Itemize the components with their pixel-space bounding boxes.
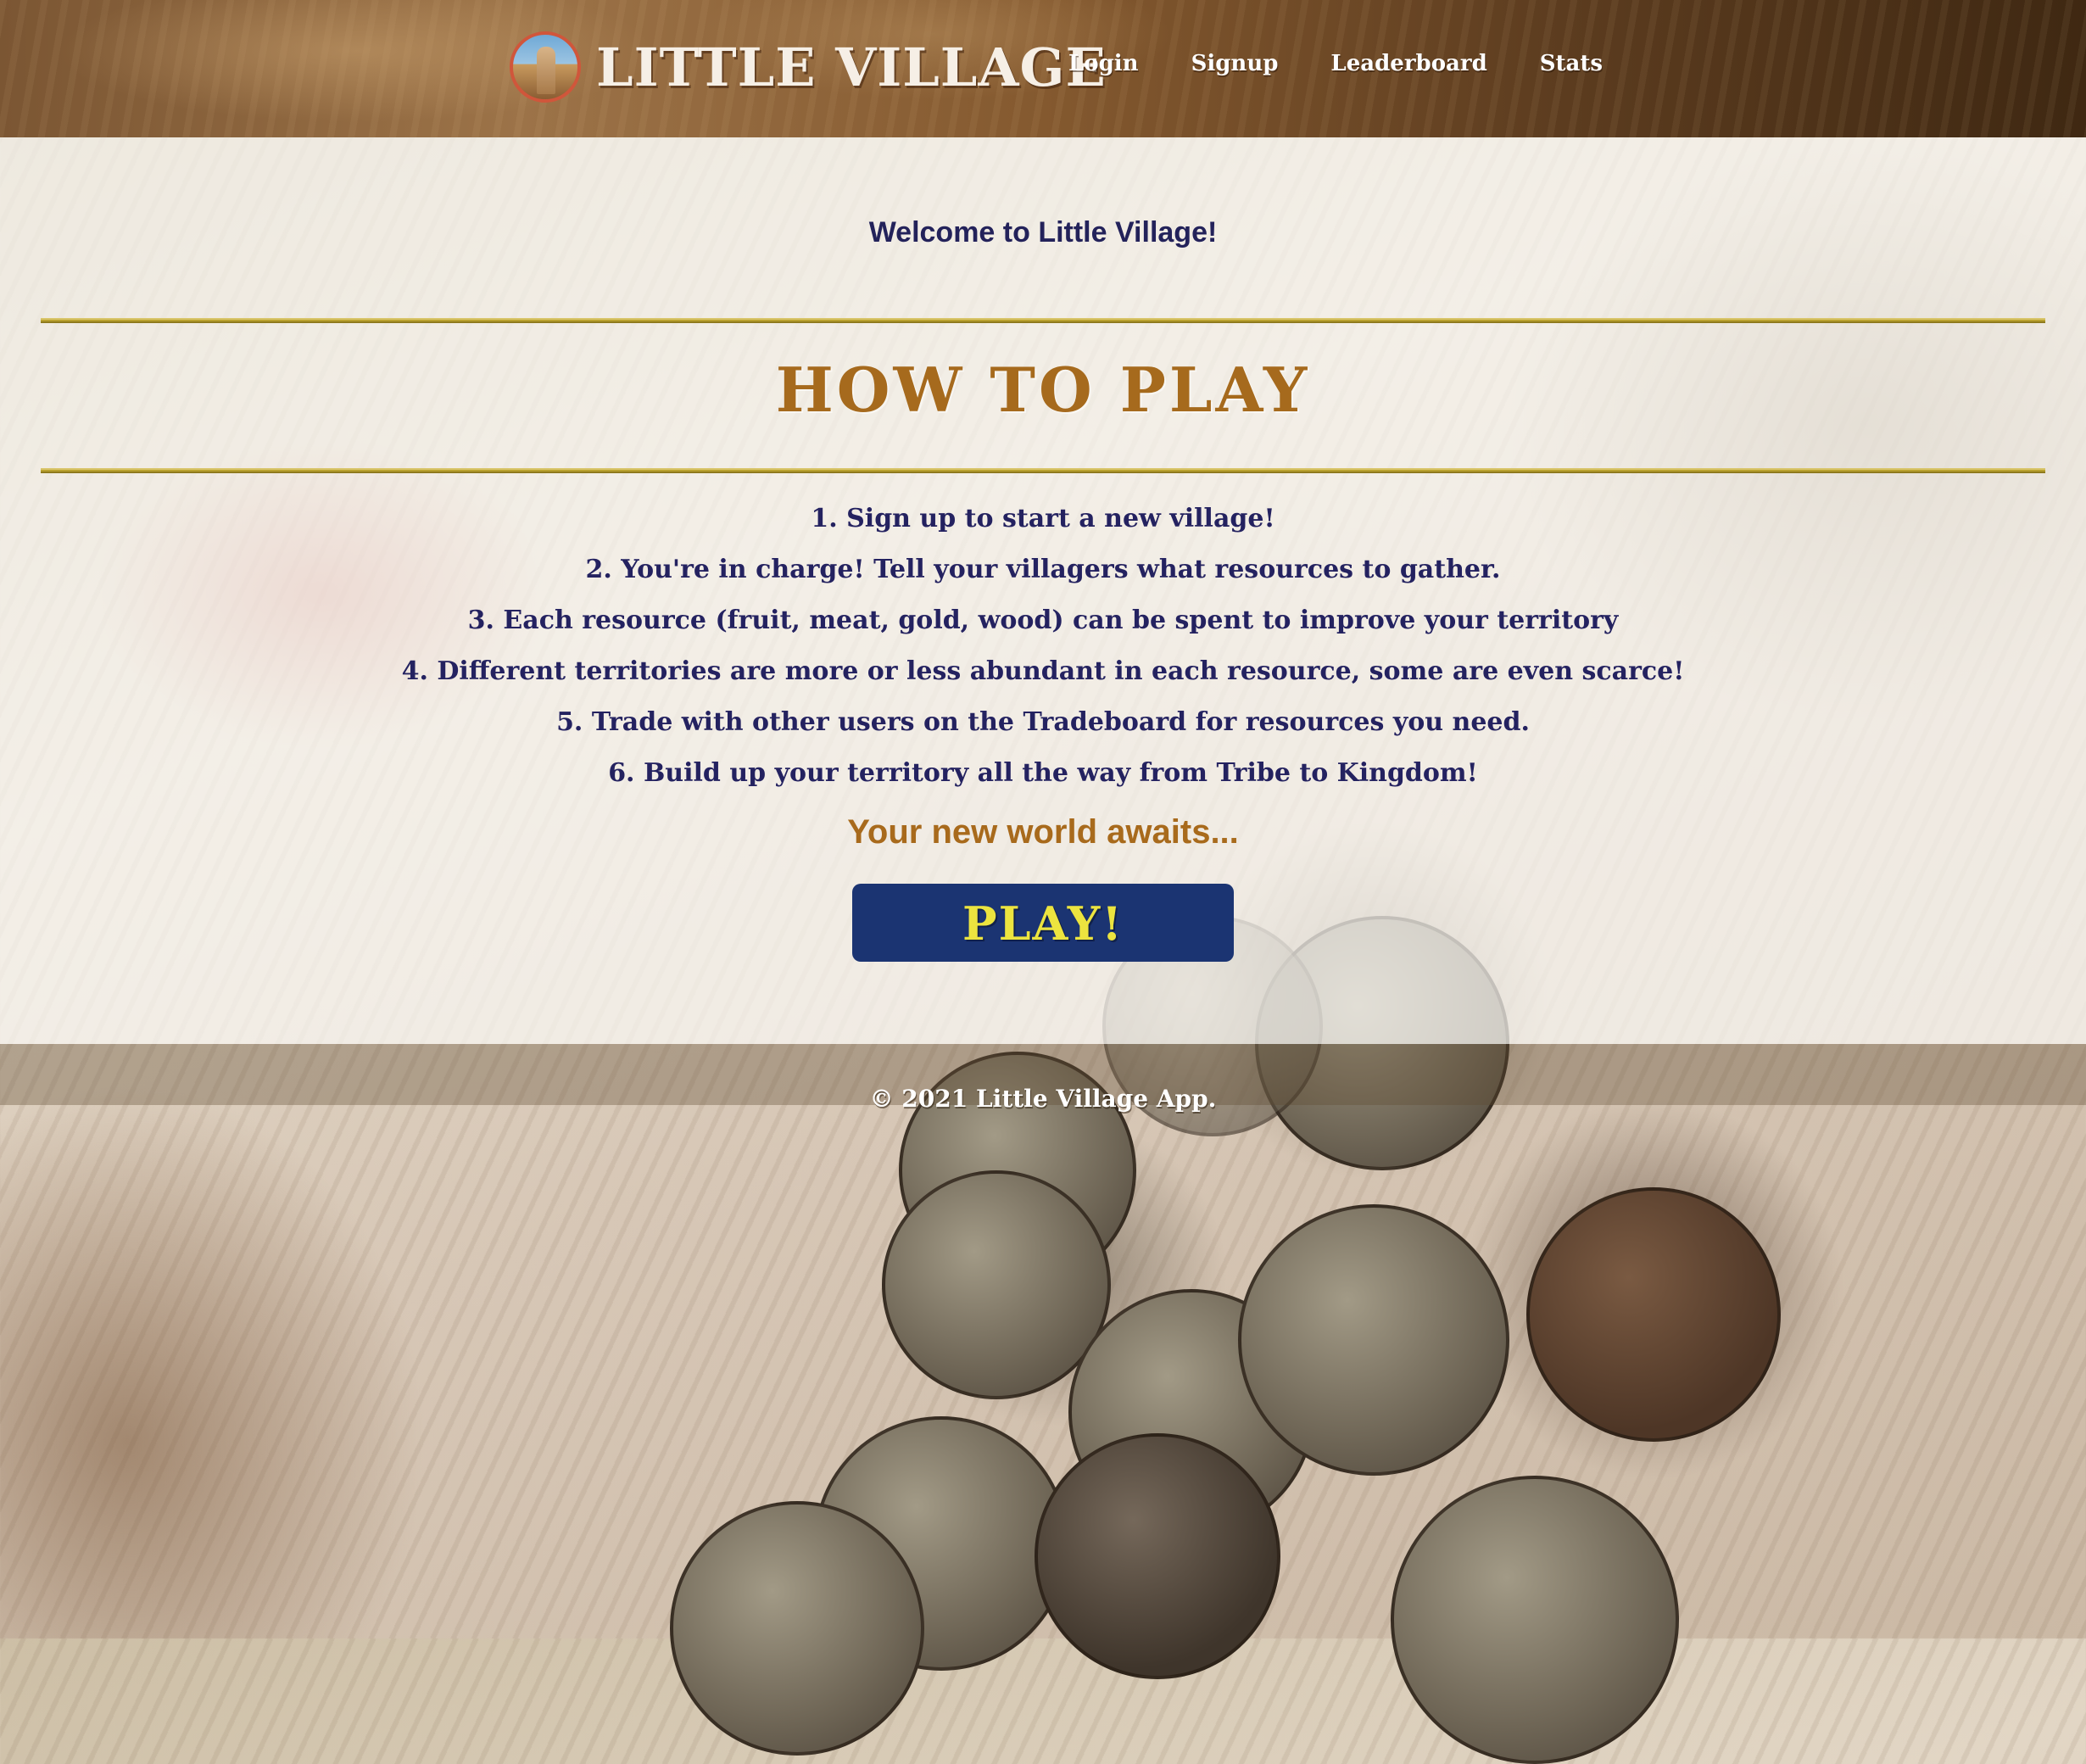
divider-top: [41, 318, 2045, 323]
welcome-message: Welcome to Little Village!: [868, 216, 1218, 248]
instruction-list: 1. Sign up to start a new village! 2. Yo…: [0, 494, 2086, 799]
village-tower-logo-icon[interactable]: [510, 31, 581, 103]
background-coin: [1238, 1204, 1509, 1476]
nav-leaderboard-link[interactable]: Leaderboard: [1330, 51, 1486, 76]
nav-signup-link[interactable]: Signup: [1191, 51, 1279, 76]
tagline: Your new world awaits...: [847, 813, 1239, 851]
background-coin: [1035, 1433, 1280, 1679]
instruction-step: 3. Each resource (fruit, meat, gold, woo…: [467, 606, 1619, 635]
site-footer: © 2021 Little Village App.: [0, 1044, 2086, 1113]
main-panel: Welcome to Little Village! HOW TO PLAY 1…: [0, 137, 2086, 1044]
brand[interactable]: LITTLE VILLAGE: [510, 29, 1107, 105]
copyright-text: © 2021 Little Village App.: [869, 1085, 1217, 1113]
logo-tower-shape: [537, 47, 555, 94]
background-coin: [1391, 1476, 1679, 1764]
background-coin: [1526, 1187, 1781, 1442]
play-button[interactable]: PLAY!: [852, 884, 1234, 962]
background-coin: [670, 1501, 924, 1756]
instruction-step: 6. Build up your territory all the way f…: [608, 758, 1478, 788]
site-header: LITTLE VILLAGE Login Signup Leaderboard …: [0, 0, 2086, 137]
main-nav: Login Signup Leaderboard Stats: [1068, 51, 1655, 76]
divider-bottom: [41, 468, 2045, 473]
how-to-play-heading: HOW TO PLAY: [775, 354, 1311, 426]
nav-login-link[interactable]: Login: [1068, 51, 1139, 76]
brand-title[interactable]: LITTLE VILLAGE: [596, 36, 1107, 98]
background-coin: [882, 1170, 1111, 1399]
instruction-step: 2. You're in charge! Tell your villagers…: [585, 555, 1501, 584]
instruction-step: 4. Different territories are more or les…: [401, 656, 1685, 686]
instruction-step: 1. Sign up to start a new village!: [811, 504, 1275, 533]
instruction-step: 5. Trade with other users on the Tradebo…: [556, 707, 1530, 737]
nav-stats-link[interactable]: Stats: [1540, 51, 1603, 76]
